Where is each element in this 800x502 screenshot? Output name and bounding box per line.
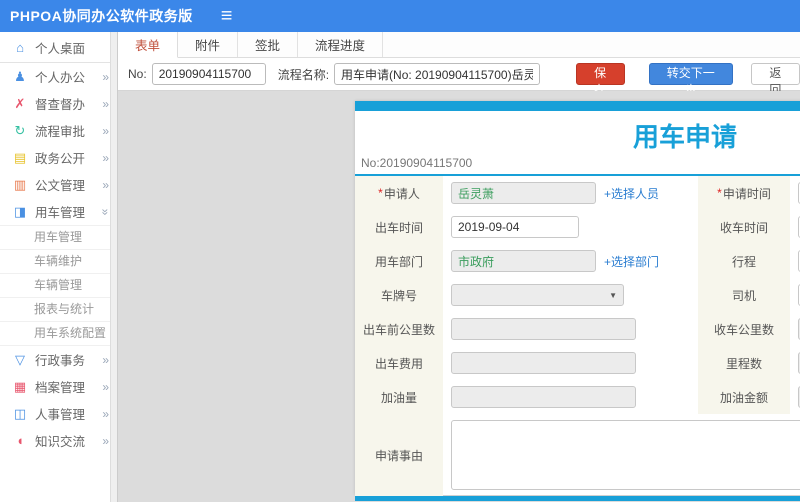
reason-textarea[interactable] — [451, 420, 800, 490]
archive-icon: ▦ — [13, 378, 27, 394]
flow-name-label: 流程名称: — [277, 67, 330, 82]
sidebar-item-personal-desktop[interactable]: ⌂ 个人桌面 — [0, 32, 117, 63]
plate-number-select[interactable]: ▼ — [451, 284, 624, 306]
user-icon: ♟ — [14, 68, 26, 84]
applicant-label: * 申请人 — [355, 176, 443, 210]
sidebar-item-gov-disclosure[interactable]: ▤ 政务公开 » — [0, 144, 117, 171]
flow-name-input[interactable] — [334, 63, 540, 85]
submenu-item-reports-stats[interactable]: 报表与统计 — [0, 298, 117, 322]
required-mark: * — [378, 186, 383, 200]
document-icon: ▥ — [13, 176, 27, 192]
km-return-label: 收车公里数 — [698, 312, 790, 346]
reason-cell — [443, 414, 800, 496]
form-table: * 申请人 +选择人员 * 申请时间 出车时间 — [355, 174, 800, 501]
tab-sign[interactable]: 签批 — [238, 32, 299, 57]
trip-cost-input[interactable] — [451, 352, 636, 374]
tab-progress[interactable]: 流程进度 — [298, 32, 384, 57]
sidebar-item-personal-office[interactable]: ♟ 个人办公 » — [0, 63, 117, 90]
apply-time-cell — [790, 176, 800, 210]
main-area: 表单 附件 签批 流程进度 No: 流程名称: 保存 转交下一步 返回 用车申请… — [118, 32, 800, 502]
sidebar-item-supervision[interactable]: ✗ 督查督办 » — [0, 90, 117, 117]
tab-attachments[interactable]: 附件 — [178, 32, 239, 57]
sidebar-item-knowledge[interactable]: ◖ 知识交流 » — [0, 427, 117, 454]
submenu-item-vehicle-mgmt[interactable]: 用车管理 — [0, 225, 117, 250]
plate-number-label: 车牌号 — [355, 278, 443, 312]
mileage-label: 里程数 — [698, 346, 790, 380]
supervise-icon: ✗ — [14, 95, 26, 111]
vehicle-icon: ◨ — [13, 203, 27, 219]
department-cell: +选择部门 — [443, 244, 698, 278]
trip-cost-label: 出车费用 — [355, 346, 443, 380]
return-time-cell — [790, 210, 800, 244]
mileage-cell — [790, 346, 800, 380]
form-no-text: No:20190904115700 — [361, 156, 473, 170]
sidebar-item-hr[interactable]: ◫ 人事管理 » — [0, 400, 117, 427]
app-header: PHPOA协同办公软件政务版 ≡ — [0, 0, 800, 32]
no-input[interactable] — [151, 63, 266, 85]
applicant-cell: +选择人员 — [443, 176, 698, 210]
sidebar: ⌂ 个人桌面 ♟ 个人办公 » ✗ 督查督办 » ↻ 流程审批 » ▤ 政务公开… — [0, 32, 118, 502]
forward-next-step-button[interactable]: 转交下一步 — [648, 63, 733, 97]
content-area: 用车申请 No:20190904115700 * 申请人 +选择人员 * 申请时… — [118, 91, 800, 502]
required-mark: * — [717, 186, 722, 200]
panel-top-bar — [355, 101, 800, 111]
km-before-cell — [443, 312, 698, 346]
save-button[interactable]: 保存 — [575, 63, 625, 97]
department-input[interactable] — [451, 250, 596, 272]
km-before-input[interactable] — [451, 318, 636, 340]
sidebar-item-vehicle-management[interactable]: ◨ 用车管理 » — [0, 198, 117, 225]
sidebar-item-official-docs[interactable]: ▥ 公文管理 » — [0, 171, 117, 198]
applicant-input[interactable] — [451, 182, 596, 204]
driver-label: 司机 — [698, 278, 790, 312]
sidebar-item-admin-affairs[interactable]: ▽ 行政事务 » — [0, 346, 117, 373]
funnel-icon: ▽ — [15, 351, 25, 367]
itinerary-cell — [790, 244, 800, 278]
fuel-cost-label: 加油金额 — [698, 380, 790, 414]
fuel-amount-label: 加油量 — [355, 380, 443, 414]
apply-time-label: * 申请时间 — [698, 176, 790, 210]
chat-icon: ◖ — [16, 433, 24, 448]
trip-cost-cell — [443, 346, 698, 380]
submenu-item-vehicle-maintenance[interactable]: 车辆维护 — [0, 250, 117, 274]
form-toolbar: No: 流程名称: 保存 转交下一步 返回 — [118, 58, 800, 97]
itinerary-label: 行程 — [698, 244, 790, 278]
reason-label: 申请事由 — [355, 414, 443, 496]
km-before-label: 出车前公里数 — [355, 312, 443, 346]
fuel-amount-input[interactable] — [451, 386, 636, 408]
sidebar-item-workflow-approval[interactable]: ↻ 流程审批 » — [0, 117, 117, 144]
choose-person-link[interactable]: +选择人员 — [604, 185, 659, 202]
book-icon: ◫ — [13, 405, 27, 421]
gov-public-icon: ▤ — [13, 149, 27, 165]
fuel-cost-cell — [790, 380, 800, 414]
depart-time-cell — [443, 210, 698, 244]
form-title: 用车申请 — [632, 122, 737, 152]
tab-bar: 表单 附件 签批 流程进度 — [118, 32, 800, 58]
department-label: 用车部门 — [355, 244, 443, 278]
sidebar-item-archives[interactable]: ▦ 档案管理 » — [0, 373, 117, 400]
app-title: PHPOA协同办公软件政务版 — [10, 8, 193, 24]
fuel-amount-cell — [443, 380, 698, 414]
km-return-cell — [790, 312, 800, 346]
submenu-item-system-config[interactable]: 用车系统配置 — [0, 322, 117, 346]
vehicle-request-form-panel: 用车申请 No:20190904115700 * 申请人 +选择人员 * 申请时… — [355, 101, 800, 501]
vehicle-submenu: 用车管理 车辆维护 车辆管理 报表与统计 用车系统配置 — [0, 225, 117, 346]
hamburger-menu-icon[interactable]: ≡ — [221, 6, 233, 26]
return-time-label: 收车时间 — [698, 210, 790, 244]
tab-form[interactable]: 表单 — [118, 32, 179, 58]
depart-time-label: 出车时间 — [355, 210, 443, 244]
submenu-item-vehicle-admin[interactable]: 车辆管理 — [0, 274, 117, 298]
driver-cell — [790, 278, 800, 312]
back-button[interactable]: 返回 — [750, 63, 800, 97]
dropdown-arrow-icon: ▼ — [609, 290, 617, 300]
home-icon: ⌂ — [16, 39, 24, 55]
sidebar-scrollbar[interactable] — [110, 32, 117, 502]
choose-department-link[interactable]: +选择部门 — [604, 253, 659, 270]
plate-number-cell: ▼ — [443, 278, 698, 312]
depart-time-input[interactable] — [451, 216, 579, 238]
workflow-icon: ↻ — [14, 122, 26, 138]
no-label: No: — [128, 67, 147, 81]
